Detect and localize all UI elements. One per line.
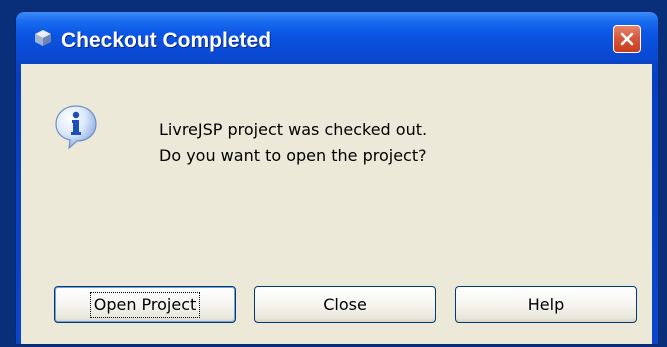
app-cube-icon [34,29,52,47]
close-window-button[interactable] [613,25,641,53]
help-label: Help [527,294,565,314]
close-label: Close [323,294,367,314]
title-bar[interactable]: Checkout Completed [16,12,658,60]
close-icon [620,32,634,46]
checkout-dialog: Checkout Completed LivreJSP project was … [16,12,658,344]
open-project-label: Open Project [89,291,201,318]
close-button[interactable]: Close [254,286,436,323]
dialog-body: LivreJSP project was checked out. Do you… [21,64,652,344]
desktop: Checkout Completed LivreJSP project was … [0,0,667,347]
dialog-message: LivreJSP project was checked out. Do you… [159,117,427,169]
help-button[interactable]: Help [455,286,637,323]
info-icon [53,104,99,150]
open-project-button[interactable]: Open Project [54,286,236,323]
window-title: Checkout Completed [61,29,272,52]
message-line-1: LivreJSP project was checked out. [159,120,428,139]
message-line-2: Do you want to open the project? [159,146,427,165]
